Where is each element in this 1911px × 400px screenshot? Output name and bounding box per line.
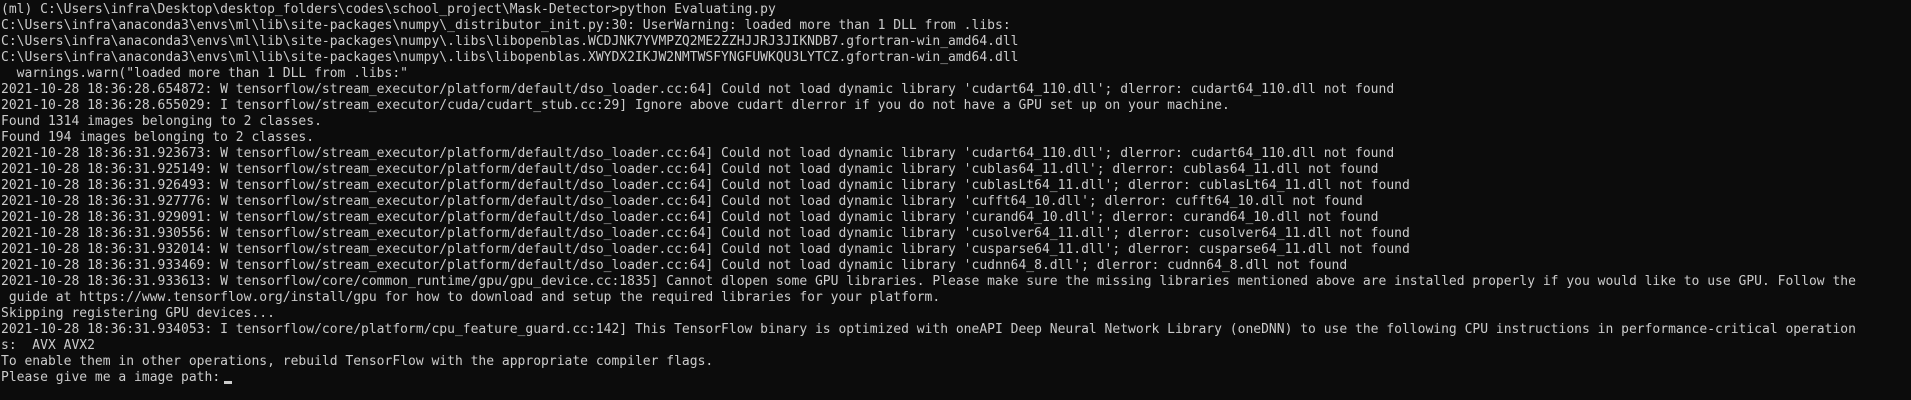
terminal-line: 2021-10-28 18:36:31.925149: W tensorflow… <box>1 162 1379 177</box>
terminal-line: Skipping registering GPU devices... <box>1 306 275 321</box>
terminal-line: warnings.warn("loaded more than 1 DLL fr… <box>1 66 408 81</box>
terminal-line: Found 1314 images belonging to 2 classes… <box>1 114 322 129</box>
terminal-line: 2021-10-28 18:36:31.934053: I tensorflow… <box>1 322 1856 337</box>
terminal-line: 2021-10-28 18:36:28.655029: I tensorflow… <box>1 98 1230 113</box>
text-cursor[interactable] <box>224 381 233 384</box>
terminal-line: 2021-10-28 18:36:31.933469: W tensorflow… <box>1 258 1348 273</box>
input-prompt: Please give me a image path: <box>1 370 221 385</box>
terminal-line: 2021-10-28 18:36:31.923673: W tensorflow… <box>1 146 1395 161</box>
terminal-line: C:\Users\infra\anaconda3\envs\ml\lib\sit… <box>1 18 1011 33</box>
terminal-line: 2021-10-28 18:36:31.929091: W tensorflow… <box>1 210 1379 225</box>
terminal-line: 2021-10-28 18:36:28.654872: W tensorflow… <box>1 82 1395 97</box>
terminal-line: (ml) C:\Users\infra\Desktop\desktop_fold… <box>1 2 776 17</box>
terminal-line: s: AVX AVX2 <box>1 338 95 353</box>
input-prompt-line[interactable]: Please give me a image path: <box>1 370 1911 386</box>
terminal-line: C:\Users\infra\anaconda3\envs\ml\lib\sit… <box>1 50 1019 65</box>
terminal-line: C:\Users\infra\anaconda3\envs\ml\lib\sit… <box>1 34 1019 49</box>
terminal-line: guide at https://www.tensorflow.org/inst… <box>1 290 941 305</box>
terminal-line: 2021-10-28 18:36:31.933613: W tensorflow… <box>1 274 1856 289</box>
terminal-window[interactable]: (ml) C:\Users\infra\Desktop\desktop_fold… <box>0 0 1911 400</box>
terminal-line: 2021-10-28 18:36:31.930556: W tensorflow… <box>1 226 1410 241</box>
terminal-line: 2021-10-28 18:36:31.932014: W tensorflow… <box>1 242 1410 257</box>
terminal-line: 2021-10-28 18:36:31.926493: W tensorflow… <box>1 178 1410 193</box>
terminal-line: 2021-10-28 18:36:31.927776: W tensorflow… <box>1 194 1363 209</box>
terminal-line: To enable them in other operations, rebu… <box>1 354 714 369</box>
terminal-line: Found 194 images belonging to 2 classes. <box>1 130 315 145</box>
